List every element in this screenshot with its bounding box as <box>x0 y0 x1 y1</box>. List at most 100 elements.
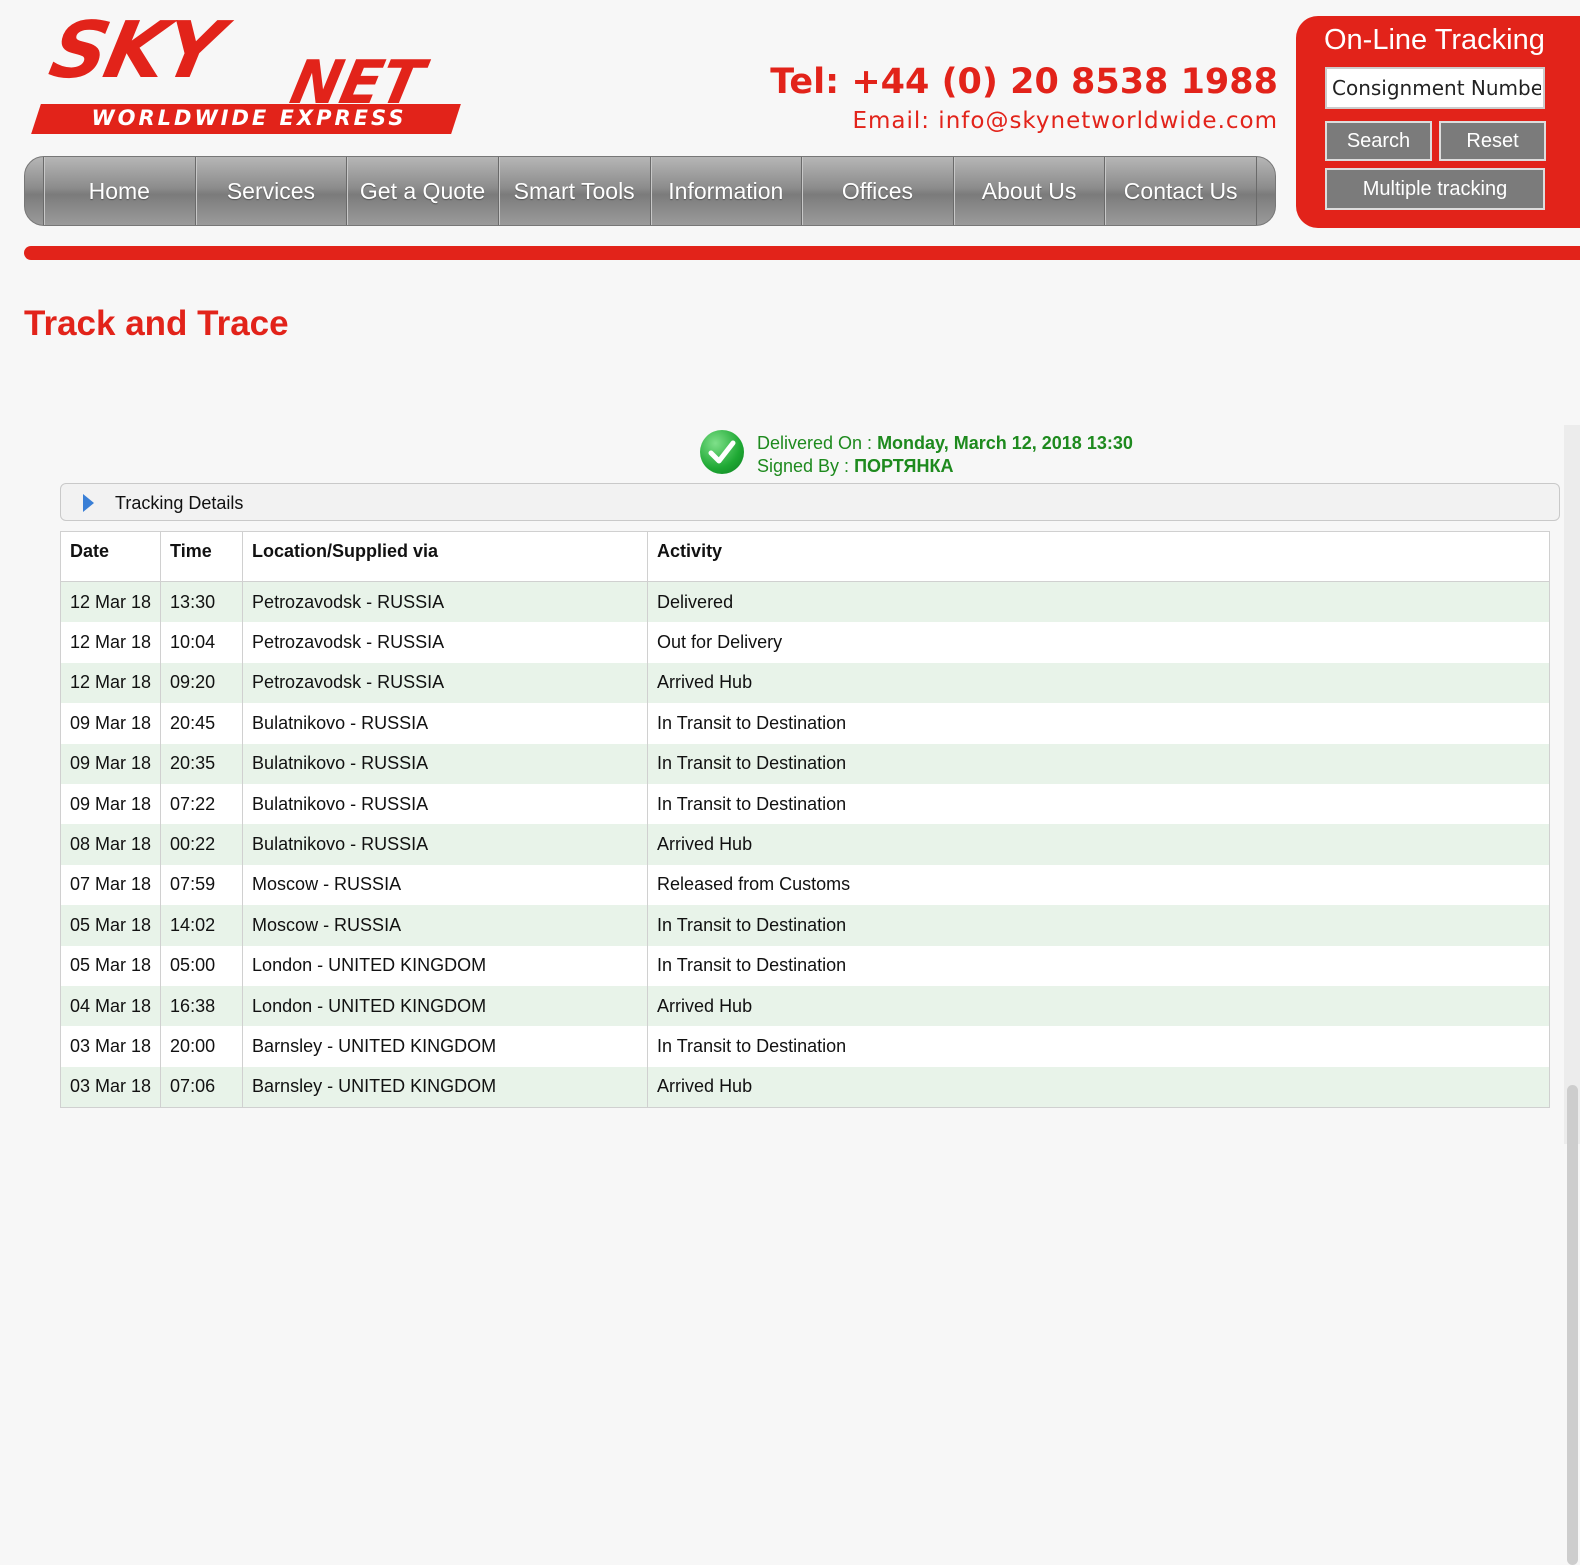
table-row: 07 Mar 18 07:59 Moscow - RUSSIA Released fr… <box>59 864 1550 906</box>
location-cell: Barnsley - UNITED KINGDOM <box>242 1066 649 1109</box>
location-cell: Petrozavodsk - RUSSIA <box>242 622 649 663</box>
location-cell: Bulatnikovo - RUSSIA <box>242 703 649 744</box>
column-header-time: Time <box>160 531 244 582</box>
nav-get-a-quote[interactable]: Get a Quote <box>346 157 498 225</box>
logo-sky-text: SKY <box>42 6 229 96</box>
consignment-number-input[interactable] <box>1325 67 1545 109</box>
activity-cell: In Transit to Destination <box>647 945 1550 986</box>
activity-cell: Arrived Hub <box>647 662 1550 704</box>
table-header-row: Date Time Location/Supplied via Activity <box>59 531 1550 582</box>
table-row: 03 Mar 18 07:06 Barnsley - UNITED KINGDOM A… <box>59 1066 1550 1109</box>
time-cell: 13:30 <box>160 581 244 623</box>
location-cell: London - UNITED KINGDOM <box>242 945 649 986</box>
nav-about-us[interactable]: About Us <box>952 157 1105 225</box>
table-row: 12 Mar 18 10:04 Petrozavodsk - RUSSIA Out f… <box>59 622 1550 663</box>
column-header-location: Location/Supplied via <box>242 531 649 582</box>
page-scrollbar[interactable] <box>1564 425 1580 1565</box>
time-cell: 14:02 <box>160 905 244 946</box>
online-tracking-title: On-Line Tracking <box>1324 24 1545 56</box>
email-address[interactable]: Email: info@skynetworldwide.com <box>852 108 1278 134</box>
column-header-activity: Activity <box>647 531 1550 582</box>
tracking-details-label: Tracking Details <box>115 493 244 513</box>
online-tracking-panel: On-Line Tracking Search Reset Multiple t… <box>1296 16 1580 228</box>
table-row: 09 Mar 18 20:35 Bulatnikovo - RUSSIA In Tra… <box>59 743 1550 784</box>
activity-cell: Arrived Hub <box>647 1066 1550 1109</box>
activity-cell: In Transit to Destination <box>647 905 1550 946</box>
activity-cell: In Transit to Destination <box>647 1026 1550 1067</box>
signed-by-value: ПОРТЯНКА <box>854 456 954 476</box>
location-cell: Moscow - RUSSIA <box>242 864 649 906</box>
activity-cell: Arrived Hub <box>647 985 1550 1027</box>
time-cell: 20:45 <box>160 703 244 744</box>
nav-information[interactable]: Information <box>649 157 802 225</box>
nav-offices[interactable]: Offices <box>801 157 953 225</box>
page-title: Track and Trace <box>24 304 289 343</box>
tracking-table: Date Time Location/Supplied via Activity… <box>59 531 1550 1109</box>
nav-services[interactable]: Services <box>194 157 347 225</box>
time-cell: 20:35 <box>160 743 244 784</box>
expand-arrow-icon <box>83 494 94 512</box>
location-cell: Bulatnikovo - RUSSIA <box>242 824 649 865</box>
time-cell: 09:20 <box>160 662 244 704</box>
signed-by-line: Signed By : ПОРТЯНКА <box>757 455 1133 478</box>
time-cell: 05:00 <box>160 945 244 986</box>
date-cell: 05 Mar 18 <box>59 945 162 986</box>
location-cell: Petrozavodsk - RUSSIA <box>242 581 649 623</box>
location-cell: Moscow - RUSSIA <box>242 905 649 946</box>
delivery-status: Delivered On : Monday, March 12, 2018 13… <box>757 432 1133 478</box>
logo-tagline: WORLDWIDE EXPRESS <box>91 106 407 130</box>
multiple-tracking-button[interactable]: Multiple tracking <box>1325 168 1545 210</box>
tracking-details-toggle[interactable]: Tracking Details <box>60 483 1560 521</box>
search-button[interactable]: Search <box>1325 121 1432 161</box>
date-cell: 08 Mar 18 <box>59 824 162 865</box>
phone-number: Tel: +44 (0) 20 8538 1988 <box>770 62 1278 102</box>
time-cell: 10:04 <box>160 622 244 663</box>
location-cell: Petrozavodsk - RUSSIA <box>242 662 649 704</box>
table-row: 04 Mar 18 16:38 London - UNITED KINGDOM Arr… <box>59 985 1550 1027</box>
time-cell: 16:38 <box>160 985 244 1027</box>
date-cell: 03 Mar 18 <box>59 1026 162 1067</box>
main-nav: Home Services Get a Quote Smart Tools In… <box>24 156 1276 226</box>
table-row: 03 Mar 18 20:00 Barnsley - UNITED KINGDOM I… <box>59 1026 1550 1067</box>
reset-button[interactable]: Reset <box>1439 121 1546 161</box>
time-cell: 07:22 <box>160 783 244 825</box>
scrollbar-thumb[interactable] <box>1567 1085 1578 1565</box>
nav-home[interactable]: Home <box>43 157 195 225</box>
signed-by-label: Signed By : <box>757 456 855 476</box>
date-cell: 12 Mar 18 <box>59 662 162 704</box>
activity-cell: In Transit to Destination <box>647 743 1550 784</box>
date-cell: 03 Mar 18 <box>59 1066 162 1109</box>
activity-cell: Released from Customs <box>647 864 1550 906</box>
table-row: 12 Mar 18 13:30 Petrozavodsk - RUSSIA Deliv… <box>59 581 1550 623</box>
date-cell: 09 Mar 18 <box>59 783 162 825</box>
location-cell: London - UNITED KINGDOM <box>242 985 649 1027</box>
table-row: 08 Mar 18 00:22 Bulatnikovo - RUSSIA Arrive… <box>59 824 1550 865</box>
activity-cell: In Transit to Destination <box>647 703 1550 744</box>
activity-cell: Arrived Hub <box>647 824 1550 865</box>
date-cell: 09 Mar 18 <box>59 703 162 744</box>
check-circle-icon <box>700 430 744 474</box>
date-cell: 09 Mar 18 <box>59 743 162 784</box>
date-cell: 04 Mar 18 <box>59 985 162 1027</box>
location-cell: Bulatnikovo - RUSSIA <box>242 783 649 825</box>
nav-contact-us[interactable]: Contact Us <box>1104 157 1257 225</box>
table-row: 09 Mar 18 20:45 Bulatnikovo - RUSSIA In Tra… <box>59 703 1550 744</box>
skynet-logo[interactable]: SKY NET WORLDWIDE EXPRESS <box>30 6 485 137</box>
nav-smart-tools[interactable]: Smart Tools <box>497 157 650 225</box>
column-header-date: Date <box>59 531 162 582</box>
time-cell: 00:22 <box>160 824 244 865</box>
table-row: 12 Mar 18 09:20 Petrozavodsk - RUSSIA Arriv… <box>59 662 1550 704</box>
date-cell: 12 Mar 18 <box>59 622 162 663</box>
delivered-on-label: Delivered On : <box>757 433 878 453</box>
activity-cell: In Transit to Destination <box>647 783 1550 825</box>
time-cell: 07:06 <box>160 1066 244 1109</box>
location-cell: Barnsley - UNITED KINGDOM <box>242 1026 649 1067</box>
time-cell: 07:59 <box>160 864 244 906</box>
delivered-on-value: Monday, March 12, 2018 13:30 <box>877 433 1133 453</box>
time-cell: 20:00 <box>160 1026 244 1067</box>
activity-cell: Delivered <box>647 581 1550 623</box>
table-row: 05 Mar 18 14:02 Moscow - RUSSIA In Transit … <box>59 905 1550 946</box>
table-row: 09 Mar 18 07:22 Bulatnikovo - RUSSIA In Tra… <box>59 783 1550 825</box>
delivered-on-line: Delivered On : Monday, March 12, 2018 13… <box>757 432 1133 455</box>
table-row: 05 Mar 18 05:00 London - UNITED KINGDOM In … <box>59 945 1550 986</box>
